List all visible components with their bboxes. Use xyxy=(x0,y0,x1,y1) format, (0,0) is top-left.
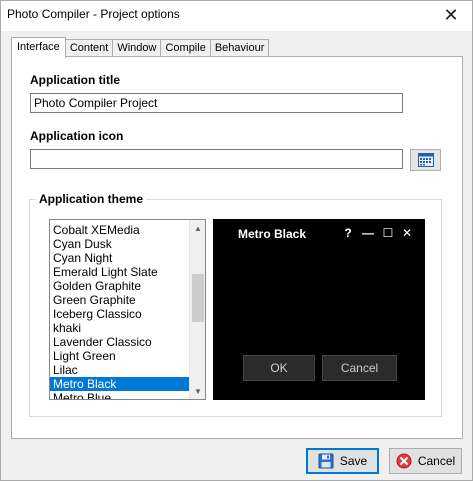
calendar-grid-icon xyxy=(417,153,434,167)
scroll-thumb[interactable] xyxy=(192,274,204,322)
list-item[interactable]: Light Green xyxy=(50,349,189,363)
tab-interface[interactable]: Interface xyxy=(11,37,66,58)
theme-preview: Metro Black ? — ☐ ✕ OK Cancel xyxy=(213,219,425,400)
preview-minimize-icon: — xyxy=(362,226,374,240)
preview-ok-button: OK xyxy=(243,355,315,381)
list-item[interactable]: Iceberg Classico xyxy=(50,307,189,321)
tab-behaviour[interactable]: Behaviour xyxy=(209,39,270,57)
list-item[interactable]: Golden Graphite xyxy=(50,279,189,293)
list-item[interactable]: Lilac xyxy=(50,363,189,377)
theme-list-scrollbar[interactable]: ▲ ▼ xyxy=(189,220,205,399)
tab-window[interactable]: Window xyxy=(112,39,162,57)
preview-close-icon: ✕ xyxy=(401,226,413,240)
scroll-up-icon[interactable]: ▲ xyxy=(190,220,205,236)
scroll-down-icon[interactable]: ▼ xyxy=(190,383,205,399)
list-item[interactable]: khaki xyxy=(50,321,189,335)
save-button[interactable]: Save xyxy=(306,448,379,474)
list-item[interactable]: Emerald Light Slate xyxy=(50,265,189,279)
list-item[interactable]: Green Graphite xyxy=(50,293,189,307)
list-item[interactable]: Lavender Classico xyxy=(50,335,189,349)
tab-strip: Interface Content Window Compile Behavio… xyxy=(11,37,270,58)
tab-content[interactable]: Content xyxy=(64,39,114,57)
title-bar[interactable]: Photo Compiler - Project options ✕ xyxy=(1,1,472,31)
theme-list: Cobalt XEMedia Cyan Dusk Cyan Night Emer… xyxy=(50,223,189,399)
red-cancel-icon xyxy=(396,453,412,469)
list-item[interactable]: Cobalt XEMedia xyxy=(50,223,189,237)
application-title-input[interactable]: Photo Compiler Project xyxy=(30,93,403,113)
application-icon-label: Application icon xyxy=(30,129,124,143)
application-title-label: Application title xyxy=(30,73,120,87)
floppy-disk-icon xyxy=(318,453,334,469)
list-item[interactable]: Metro Blue xyxy=(50,391,189,399)
list-item[interactable]: Cyan Night xyxy=(50,251,189,265)
list-item[interactable]: Cyan Dusk xyxy=(50,237,189,251)
preview-cancel-button: Cancel xyxy=(322,355,397,381)
browse-icon-button[interactable] xyxy=(410,149,441,171)
tab-compile[interactable]: Compile xyxy=(160,39,211,57)
list-item-selected[interactable]: Metro Black xyxy=(50,377,189,391)
application-icon-input[interactable] xyxy=(30,149,403,169)
preview-help-icon: ? xyxy=(344,226,352,240)
cancel-button-label: Cancel xyxy=(417,454,456,468)
save-button-label: Save xyxy=(339,454,368,468)
project-options-dialog: Photo Compiler - Project options ✕ Inter… xyxy=(0,0,473,481)
cancel-button[interactable]: Cancel xyxy=(389,448,462,474)
preview-title: Metro Black xyxy=(238,227,307,241)
preview-maximize-icon: ☐ xyxy=(382,226,394,240)
application-theme-label: Application theme xyxy=(36,192,147,206)
window-title: Photo Compiler - Project options xyxy=(7,7,180,21)
theme-listbox[interactable]: Cobalt XEMedia Cyan Dusk Cyan Night Emer… xyxy=(49,219,206,400)
close-icon[interactable]: ✕ xyxy=(438,3,464,27)
